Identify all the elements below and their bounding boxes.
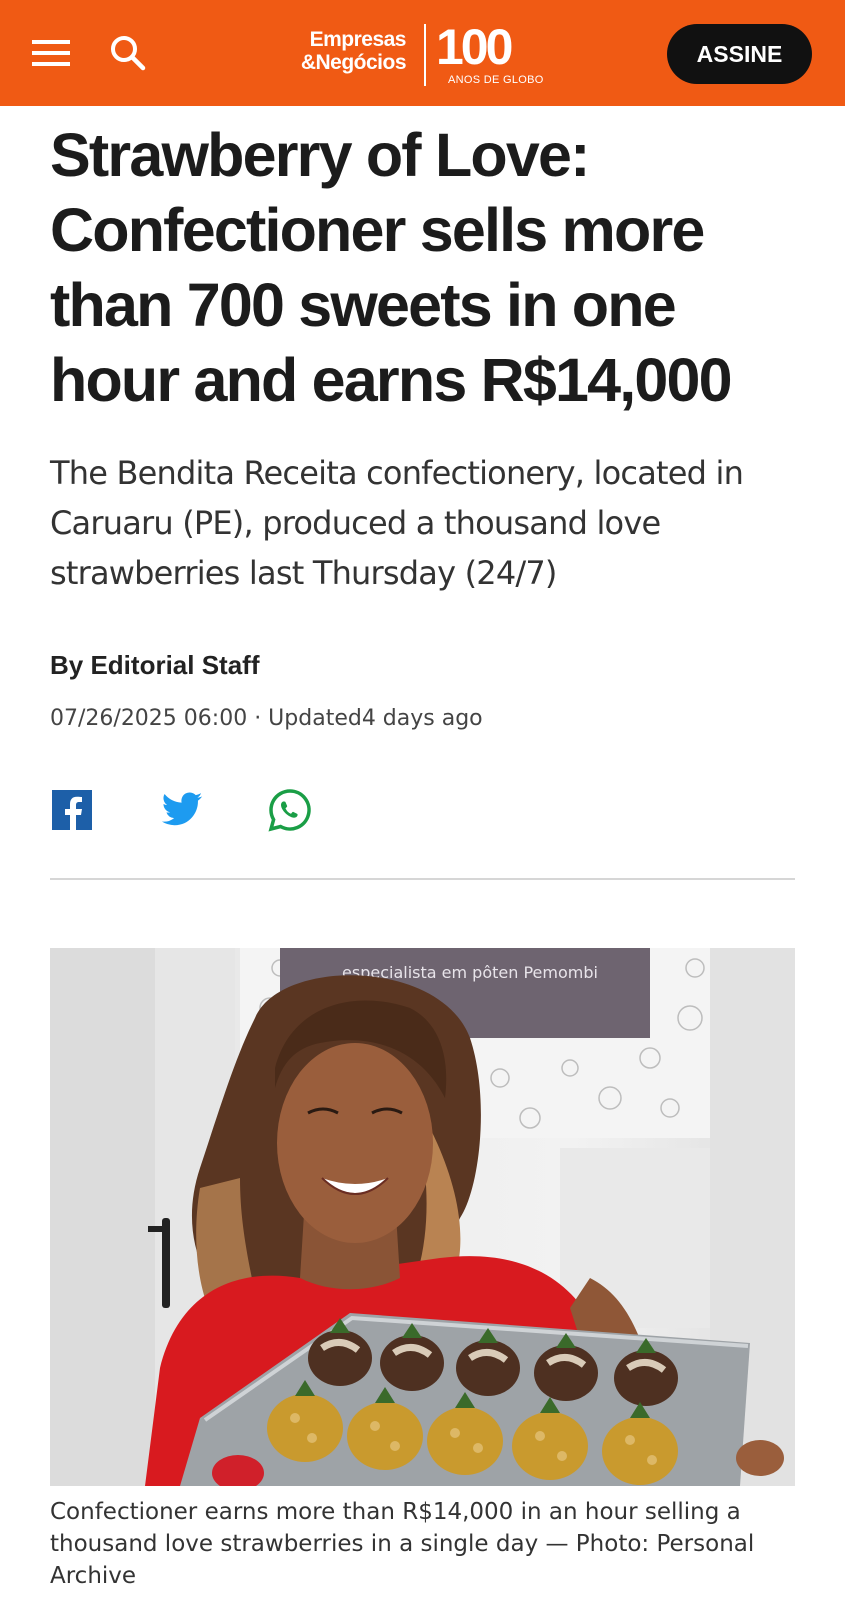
top-navigation-bar: Empresas &Negócios 100 ANOS DE GLOBO ASS…	[0, 0, 845, 106]
publish-dateline: 07/26/2025 06:00 · Updated4 days ago	[50, 706, 483, 731]
author-byline[interactable]: By Editorial Staff	[50, 650, 259, 681]
logo-divider	[424, 24, 426, 86]
article-headline: Strawberry of Love: Confectioner sells m…	[50, 121, 733, 414]
facebook-icon[interactable]	[50, 788, 94, 832]
logo-wordmark: Empresas &Negócios	[300, 28, 407, 74]
whatsapp-icon[interactable]	[268, 788, 312, 832]
hamburger-menu-icon[interactable]	[32, 38, 72, 68]
logo-subtitle: ANOS DE GLOBO	[448, 74, 544, 86]
twitter-icon[interactable]	[160, 788, 204, 832]
photo-caption: Confectioner earns more than R$14,000 in…	[50, 1499, 755, 1589]
search-icon[interactable]	[108, 33, 148, 73]
article-subtitle: The Bendita Receita confectionery, locat…	[50, 454, 744, 592]
article-photo[interactable]: especialista em pôten Pemombi	[50, 948, 795, 1486]
logo-100-years: 100	[436, 19, 513, 75]
site-logo[interactable]: Empresas &Negócios 100 ANOS DE GLOBO	[296, 20, 556, 90]
section-divider	[50, 878, 795, 880]
subscribe-button[interactable]: ASSINE	[667, 24, 812, 84]
